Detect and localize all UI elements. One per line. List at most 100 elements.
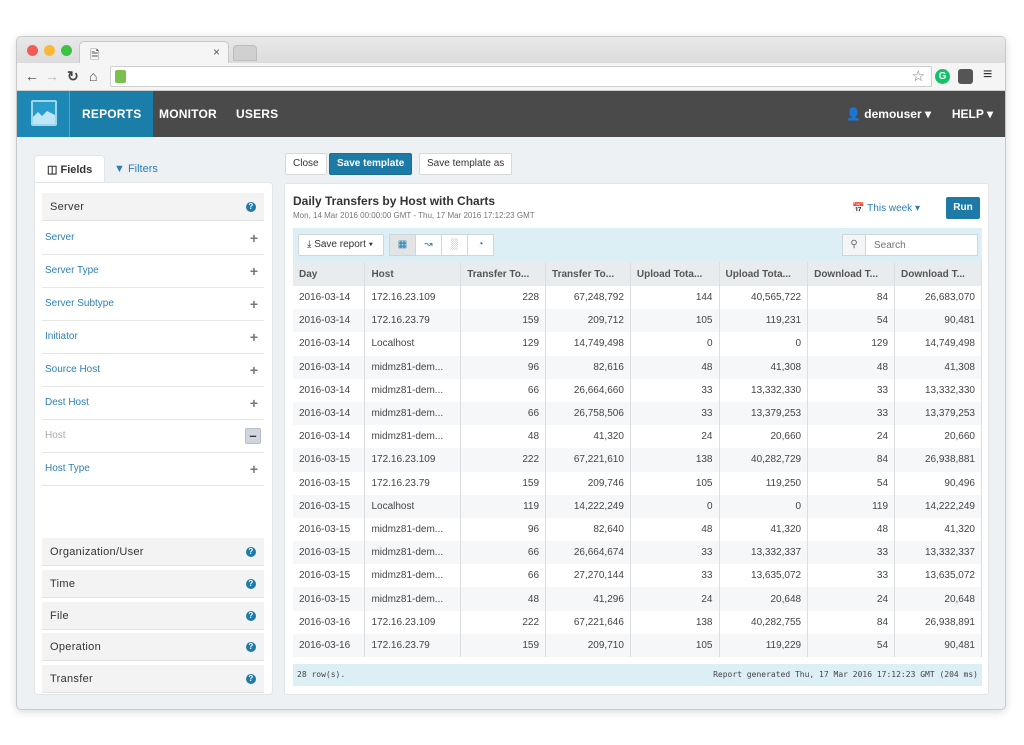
help-icon[interactable]: ? (246, 611, 256, 621)
bar-chart-button[interactable]: ░ (441, 234, 468, 256)
table-cell: 138 (630, 448, 720, 472)
url-input[interactable]: ☆ (110, 66, 932, 87)
fields-panel: Server ? Server + Server Type + Server Sub… (34, 182, 273, 695)
field-dest-host[interactable]: Dest Host + (42, 387, 264, 420)
group-operation[interactable]: Operation? (42, 633, 264, 661)
table-row[interactable]: 2016-03-16 172.16.23.79 159 209,710 105 119,2… (293, 633, 982, 657)
column-header[interactable]: Download T... (894, 262, 982, 286)
column-header[interactable]: Transfer To... (545, 262, 631, 286)
extension-icon[interactable] (958, 69, 973, 84)
field-initiator[interactable]: Initiator + (42, 321, 264, 354)
grammarly-extension-icon[interactable]: G (935, 69, 950, 84)
minus-icon[interactable]: – (245, 428, 261, 444)
close-tab-icon[interactable]: × (213, 45, 220, 59)
save-template-button[interactable]: Save template (329, 153, 413, 175)
table-row[interactable]: 2016-03-15 172.16.23.109 222 67,221,610 138 4… (293, 448, 982, 472)
column-header[interactable]: Transfer To... (460, 262, 547, 286)
group-server[interactable]: Server ? (42, 193, 264, 221)
table-cell: 96 (460, 517, 547, 542)
table-row[interactable]: 2016-03-15 midmz81-dem... 66 26,664,674 33 13… (293, 541, 982, 565)
plus-icon[interactable]: + (250, 255, 258, 287)
help-menu[interactable]: HELP ▾ (952, 91, 993, 137)
table-cell: 54 (807, 471, 896, 495)
table-row[interactable]: 2016-03-14 midmz81-dem... 66 26,758,506 33 13… (293, 401, 982, 426)
nav-monitor[interactable]: MONITOR (147, 91, 229, 137)
table-view-button[interactable]: ▦ (389, 234, 416, 256)
group-label: Time (50, 578, 76, 590)
help-icon[interactable]: ? (246, 642, 256, 652)
table-row[interactable]: 2016-03-15 Localhost 119 14,222,249 0 0 119 14,… (293, 494, 982, 518)
table-row[interactable]: 2016-03-15 172.16.23.79 159 209,746 105 119,2… (293, 471, 982, 495)
plus-icon[interactable]: + (250, 453, 258, 485)
fields-sidebar: ◫ Fields ▼ Filters Server ? Server + Serv… (34, 155, 273, 695)
plus-icon[interactable]: + (250, 321, 258, 353)
table-row[interactable]: 2016-03-14 172.16.23.109 228 67,248,792 144 4… (293, 286, 982, 310)
new-tab-button[interactable] (233, 45, 257, 61)
table-row[interactable]: 2016-03-14 midmz81-dem... 66 26,664,660 33 13… (293, 378, 982, 402)
line-chart-button[interactable]: ↝ (415, 234, 442, 256)
maximize-window-button[interactable] (61, 45, 72, 56)
field-server[interactable]: Server + (42, 222, 264, 255)
plus-icon[interactable]: + (250, 387, 258, 419)
tab-filters[interactable]: ▼ Filters (102, 155, 170, 183)
nav-reports[interactable]: REPORTS (69, 91, 154, 137)
tab-fields[interactable]: ◫ Fields (34, 155, 106, 183)
table-row[interactable]: 2016-03-14 midmz81-dem... 48 41,320 24 20,660… (293, 425, 982, 449)
table-cell: Localhost (364, 494, 462, 518)
reload-icon[interactable]: ↻ (67, 68, 79, 85)
back-icon[interactable]: ← (25, 68, 39, 84)
column-header[interactable]: Upload Tota... (719, 262, 809, 286)
table-row[interactable]: 2016-03-14 midmz81-dem... 96 82,616 48 41,308… (293, 355, 982, 379)
close-window-button[interactable] (27, 45, 38, 56)
help-icon[interactable]: ? (246, 579, 256, 589)
table-row[interactable]: 2016-03-14 Localhost 129 14,749,498 0 0 129 14,… (293, 332, 982, 356)
table-cell: 33 (807, 401, 896, 426)
field-server-type[interactable]: Server Type + (42, 255, 264, 288)
table-row[interactable]: 2016-03-16 172.16.23.109 222 67,221,646 138 4… (293, 610, 982, 634)
bar-chart-icon: ░ (450, 239, 459, 250)
app-logo[interactable] (17, 91, 69, 137)
plus-icon[interactable]: + (250, 354, 258, 386)
nav-users[interactable]: USERS (224, 91, 290, 137)
table-cell: 33 (807, 541, 896, 565)
search-input[interactable] (865, 234, 978, 256)
user-menu[interactable]: 👤 demouser ▾ (846, 91, 931, 137)
field-host[interactable]: Host – (42, 420, 264, 453)
group-file[interactable]: File? (42, 602, 264, 630)
plus-icon[interactable]: + (250, 288, 258, 320)
plus-icon[interactable]: + (250, 222, 258, 254)
browser-menu-icon[interactable]: ≡ (983, 66, 992, 84)
pie-chart-button[interactable]: ◔ (467, 234, 494, 256)
minimize-window-button[interactable] (44, 45, 55, 56)
search-icon[interactable]: ⚲ (842, 234, 866, 256)
field-host-type[interactable]: Host Type + (42, 453, 264, 486)
save-report-dropdown[interactable]: ⤓ Save report ▾ (298, 234, 384, 256)
table-cell: 119 (460, 494, 547, 518)
help-icon[interactable]: ? (246, 202, 256, 212)
table-row[interactable]: 2016-03-15 midmz81-dem... 66 27,270,144 33 13… (293, 564, 982, 588)
help-icon[interactable]: ? (246, 674, 256, 684)
field-server-subtype[interactable]: Server Subtype + (42, 288, 264, 321)
save-template-as-button[interactable]: Save template as (419, 153, 513, 175)
run-button[interactable]: Run (946, 197, 980, 219)
help-icon[interactable]: ? (246, 547, 256, 557)
group-organization-user[interactable]: Organization/User? (42, 538, 264, 566)
table-row[interactable]: 2016-03-15 midmz81-dem... 96 82,640 48 41,320… (293, 517, 982, 542)
close-button[interactable]: Close (285, 153, 327, 175)
bookmark-star-icon[interactable]: ☆ (912, 67, 925, 85)
group-transfer[interactable]: Transfer? (42, 665, 264, 693)
group-time[interactable]: Time? (42, 570, 264, 598)
column-header[interactable]: Upload Tota... (630, 262, 720, 286)
column-header[interactable]: Host (364, 262, 462, 286)
table-cell: 138 (630, 610, 720, 634)
table-row[interactable]: 2016-03-15 midmz81-dem... 48 41,296 24 20,648… (293, 587, 982, 611)
table-row[interactable]: 2016-03-14 172.16.23.79 159 209,712 105 119,2… (293, 309, 982, 333)
table-cell: 84 (807, 448, 896, 472)
date-range-dropdown[interactable]: 📅 This week ▾ (852, 203, 920, 214)
column-header[interactable]: Download T... (807, 262, 896, 286)
forward-icon[interactable]: → (45, 68, 59, 84)
column-header[interactable]: Day (293, 262, 366, 286)
browser-tab[interactable]: 🗎 × (79, 41, 229, 63)
home-icon[interactable]: ⌂ (89, 68, 97, 84)
field-source-host[interactable]: Source Host + (42, 354, 264, 387)
